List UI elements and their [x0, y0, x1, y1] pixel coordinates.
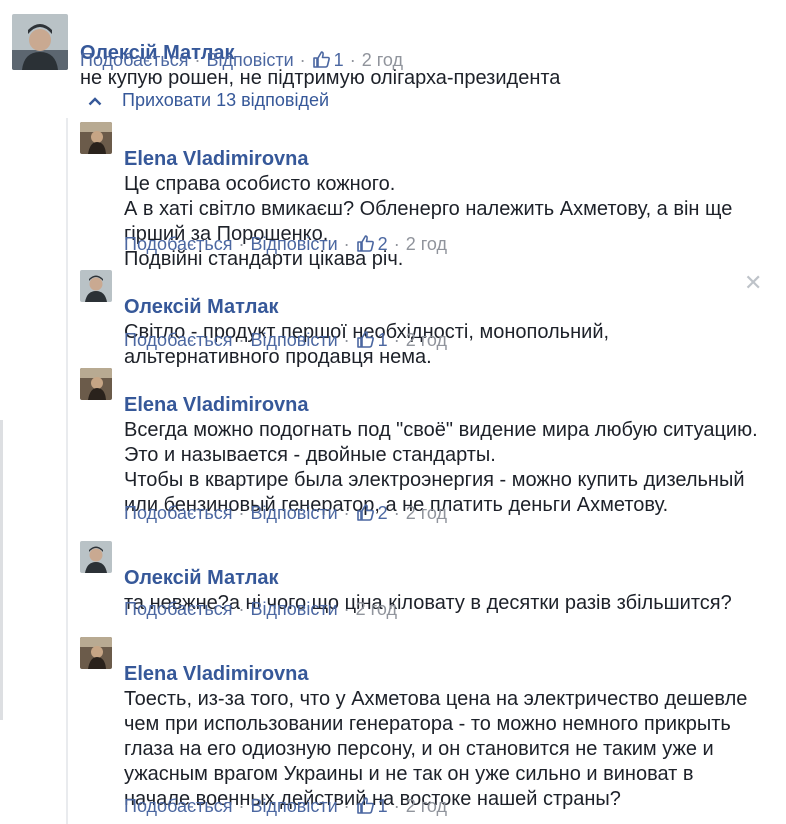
- like-link[interactable]: Подобається: [124, 503, 233, 523]
- chevron-up-icon: [88, 88, 102, 112]
- like-link[interactable]: Подобається: [124, 796, 233, 816]
- hide-replies-label: Приховати 13 відповідей: [122, 90, 330, 110]
- comment-actions: Подобається · Відповісти · 1 · 2 год: [80, 48, 403, 75]
- thumbs-up-icon[interactable]: [312, 50, 331, 75]
- reply-actions: Подобається · Відповісти · 2 · 2 год: [124, 232, 447, 259]
- hide-replies-toggle[interactable]: Приховати 13 відповідей: [88, 88, 329, 112]
- reply-link[interactable]: Відповісти: [251, 796, 338, 816]
- reply-text: Тоесть, из-за того, что у Ахметова цена …: [124, 688, 748, 810]
- thumbs-up-icon[interactable]: [356, 796, 375, 821]
- reply-actions: Подобається · Відповісти · 1 · 2 год: [124, 328, 447, 355]
- reply-body: Elena Vladimirovna Всегда можно подогнат…: [124, 368, 764, 518]
- reply-link[interactable]: Відповісти: [251, 330, 338, 350]
- avatar[interactable]: [80, 368, 112, 400]
- reply-actions: Подобається · Відповісти · 2 · 2 год: [124, 501, 447, 528]
- reply-thread-line: [66, 118, 68, 824]
- reply-link[interactable]: Відповісти: [251, 503, 338, 523]
- avatar[interactable]: [80, 541, 112, 573]
- like-link[interactable]: Подобається: [80, 50, 189, 70]
- timestamp[interactable]: 2 год: [406, 234, 447, 254]
- reply-link[interactable]: Відповісти: [251, 234, 338, 254]
- thumbs-up-icon[interactable]: [356, 234, 375, 259]
- reply-actions: Подобається · Відповісти · 1 · 2 год: [124, 794, 447, 821]
- reply-link[interactable]: Відповісти: [251, 599, 338, 619]
- left-edge-divider: [0, 420, 3, 720]
- reply-author[interactable]: Олексій Матлак: [124, 567, 279, 589]
- thumbs-up-icon[interactable]: [356, 503, 375, 528]
- reply-body: Elena Vladimirovna Тоесть, из-за того, ч…: [124, 637, 764, 812]
- reply-link[interactable]: Відповісти: [207, 50, 294, 70]
- avatar[interactable]: [80, 122, 112, 154]
- reply-author[interactable]: Elena Vladimirovna: [124, 394, 309, 416]
- like-count[interactable]: 1: [334, 50, 344, 70]
- timestamp[interactable]: 2 год: [406, 503, 447, 523]
- avatar[interactable]: [12, 14, 68, 70]
- reply-body: Олексій Матлак Світло - продукт першої н…: [124, 270, 724, 370]
- reply-author[interactable]: Олексій Матлак: [124, 296, 279, 318]
- like-link[interactable]: Подобається: [124, 330, 233, 350]
- timestamp[interactable]: 2 год: [406, 330, 447, 350]
- like-link[interactable]: Подобається: [124, 234, 233, 254]
- like-count[interactable]: 1: [378, 330, 388, 350]
- close-icon[interactable]: ✕: [744, 270, 762, 296]
- avatar[interactable]: [80, 270, 112, 302]
- thumbs-up-icon[interactable]: [356, 330, 375, 355]
- avatar-photo-icon: [80, 368, 112, 400]
- reply-author[interactable]: Elena Vladimirovna: [124, 148, 309, 170]
- like-count[interactable]: 2: [378, 503, 388, 523]
- timestamp[interactable]: 2 год: [406, 796, 447, 816]
- reply-author[interactable]: Elena Vladimirovna: [124, 663, 309, 685]
- like-link[interactable]: Подобається: [124, 599, 233, 619]
- timestamp[interactable]: 2 год: [356, 599, 397, 619]
- avatar-photo-icon: [80, 270, 112, 302]
- timestamp[interactable]: 2 год: [362, 50, 403, 70]
- like-count[interactable]: 1: [378, 796, 388, 816]
- reply-actions: Подобається · Відповісти · 2 год: [124, 599, 397, 619]
- avatar[interactable]: [80, 637, 112, 669]
- avatar-photo-icon: [80, 541, 112, 573]
- avatar-photo-icon: [12, 14, 68, 70]
- avatar-photo-icon: [80, 122, 112, 154]
- avatar-photo-icon: [80, 637, 112, 669]
- like-count[interactable]: 2: [378, 234, 388, 254]
